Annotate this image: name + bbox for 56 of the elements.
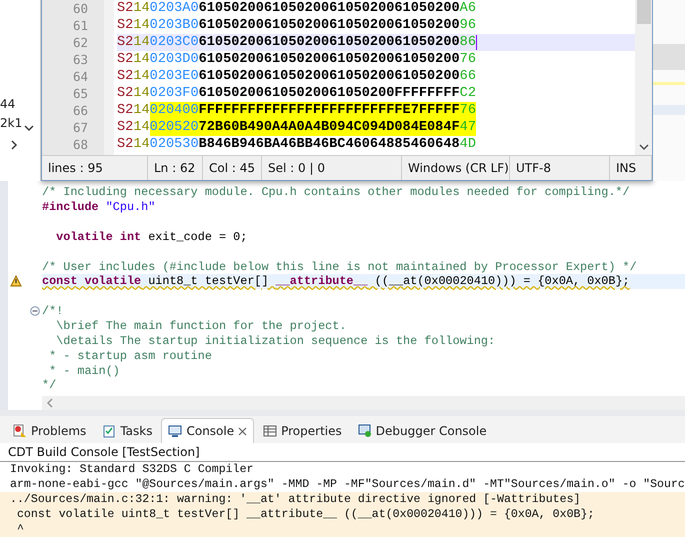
status-bar-field: Ln : 62	[148, 156, 203, 180]
code-line: \brief The main function for the project.	[55, 319, 346, 334]
text-cursor	[476, 35, 477, 50]
clipboard-icon	[102, 424, 116, 438]
status-bar-field: Col : 45	[203, 156, 262, 180]
hex-record-line: S21402052072B60B490A4A0A4B094C094D084E084F47	[117, 119, 477, 136]
line-number: 64	[72, 68, 89, 85]
status-bar-field: lines : 95	[42, 156, 148, 180]
panel-text-fragment: 44	[0, 96, 16, 113]
code-line: #include "Cpu.h"	[42, 200, 156, 214]
table-icon	[263, 424, 278, 438]
code-line: volatile int exit_code = 0;	[55, 230, 248, 244]
line-number: 65	[72, 85, 89, 102]
line-number: 61	[72, 17, 89, 34]
hex-record-line: S2140203A061050200610502006105020061050200A6	[117, 0, 477, 17]
code-line: /*!	[42, 304, 64, 318]
line-number: 67	[72, 119, 89, 136]
status-bar-field: Sel : 0 | 0	[262, 156, 402, 180]
hex-record-line: S214020400FFFFFFFFFFFFFFFFFFFFFFFFFE7FFFFF76	[117, 102, 477, 119]
view-tab[interactable]: Debugger Console	[350, 418, 494, 443]
hex-record-line: S214020530B846B946BA46BB46BC460648854606484D	[117, 136, 477, 153]
view-tab[interactable]: Console	[161, 418, 254, 443]
horizontal-scrollbar[interactable]	[42, 396, 685, 410]
line-number: 68	[72, 136, 89, 153]
panel-text-fragment: 2k1	[0, 115, 22, 132]
code-line: */	[42, 378, 56, 392]
code-line: \details The startup initialization sequence is the following:	[55, 334, 496, 348]
view-tab[interactable]: Problems	[6, 418, 94, 443]
chevron-right-icon[interactable]	[10, 140, 18, 150]
status-bar-field: INS	[610, 156, 652, 180]
code-line: /* User includes (#include below this line is not maintained by Processor Expert) */	[42, 260, 637, 274]
code-line: /* Including necessary module. Cpu.h contains other modules needed for compiling.*/	[42, 185, 630, 200]
hex-record-line: S2140203B06105020061050200610502006105020096	[117, 17, 477, 34]
view-tab[interactable]: Properties	[256, 418, 349, 443]
vertical-scrollbar[interactable]	[635, 0, 652, 155]
scrollbar-thumb[interactable]	[636, 0, 650, 24]
hex-record-line: S2140203D06105020061050200610502006105020076	[117, 51, 477, 68]
problems-icon	[13, 424, 27, 438]
line-number: 60	[72, 0, 89, 17]
status-bar-field: Windows (CR LF)	[402, 156, 510, 180]
hex-record-line: S2140203F0610502006105020061050200FFFFFFFFC2	[117, 85, 477, 102]
status-bar-field: UTF-8	[510, 156, 610, 180]
view-tab[interactable]: Tasks	[95, 418, 160, 443]
code-line: * - startup asm routine	[48, 348, 212, 363]
debug-monitor-icon	[358, 424, 372, 438]
code-line: * - main()	[48, 364, 120, 378]
line-number: 66	[72, 102, 89, 119]
collapse-icon[interactable]	[30, 306, 40, 316]
close-icon[interactable]	[238, 426, 248, 436]
code-line: const volatile uint8_t testVer[] __attribute__ ((__at(0x00020410))) = {0x0A, 0x0B};	[42, 274, 630, 288]
scroll-down-icon[interactable]	[638, 143, 648, 151]
monitor-icon	[168, 424, 182, 438]
line-number: 63	[72, 51, 89, 68]
line-number: 62	[72, 34, 89, 51]
chevron-down-icon[interactable]	[24, 124, 34, 132]
hex-record-line: S2140203E06105020061050200610502006105020066	[117, 68, 477, 85]
